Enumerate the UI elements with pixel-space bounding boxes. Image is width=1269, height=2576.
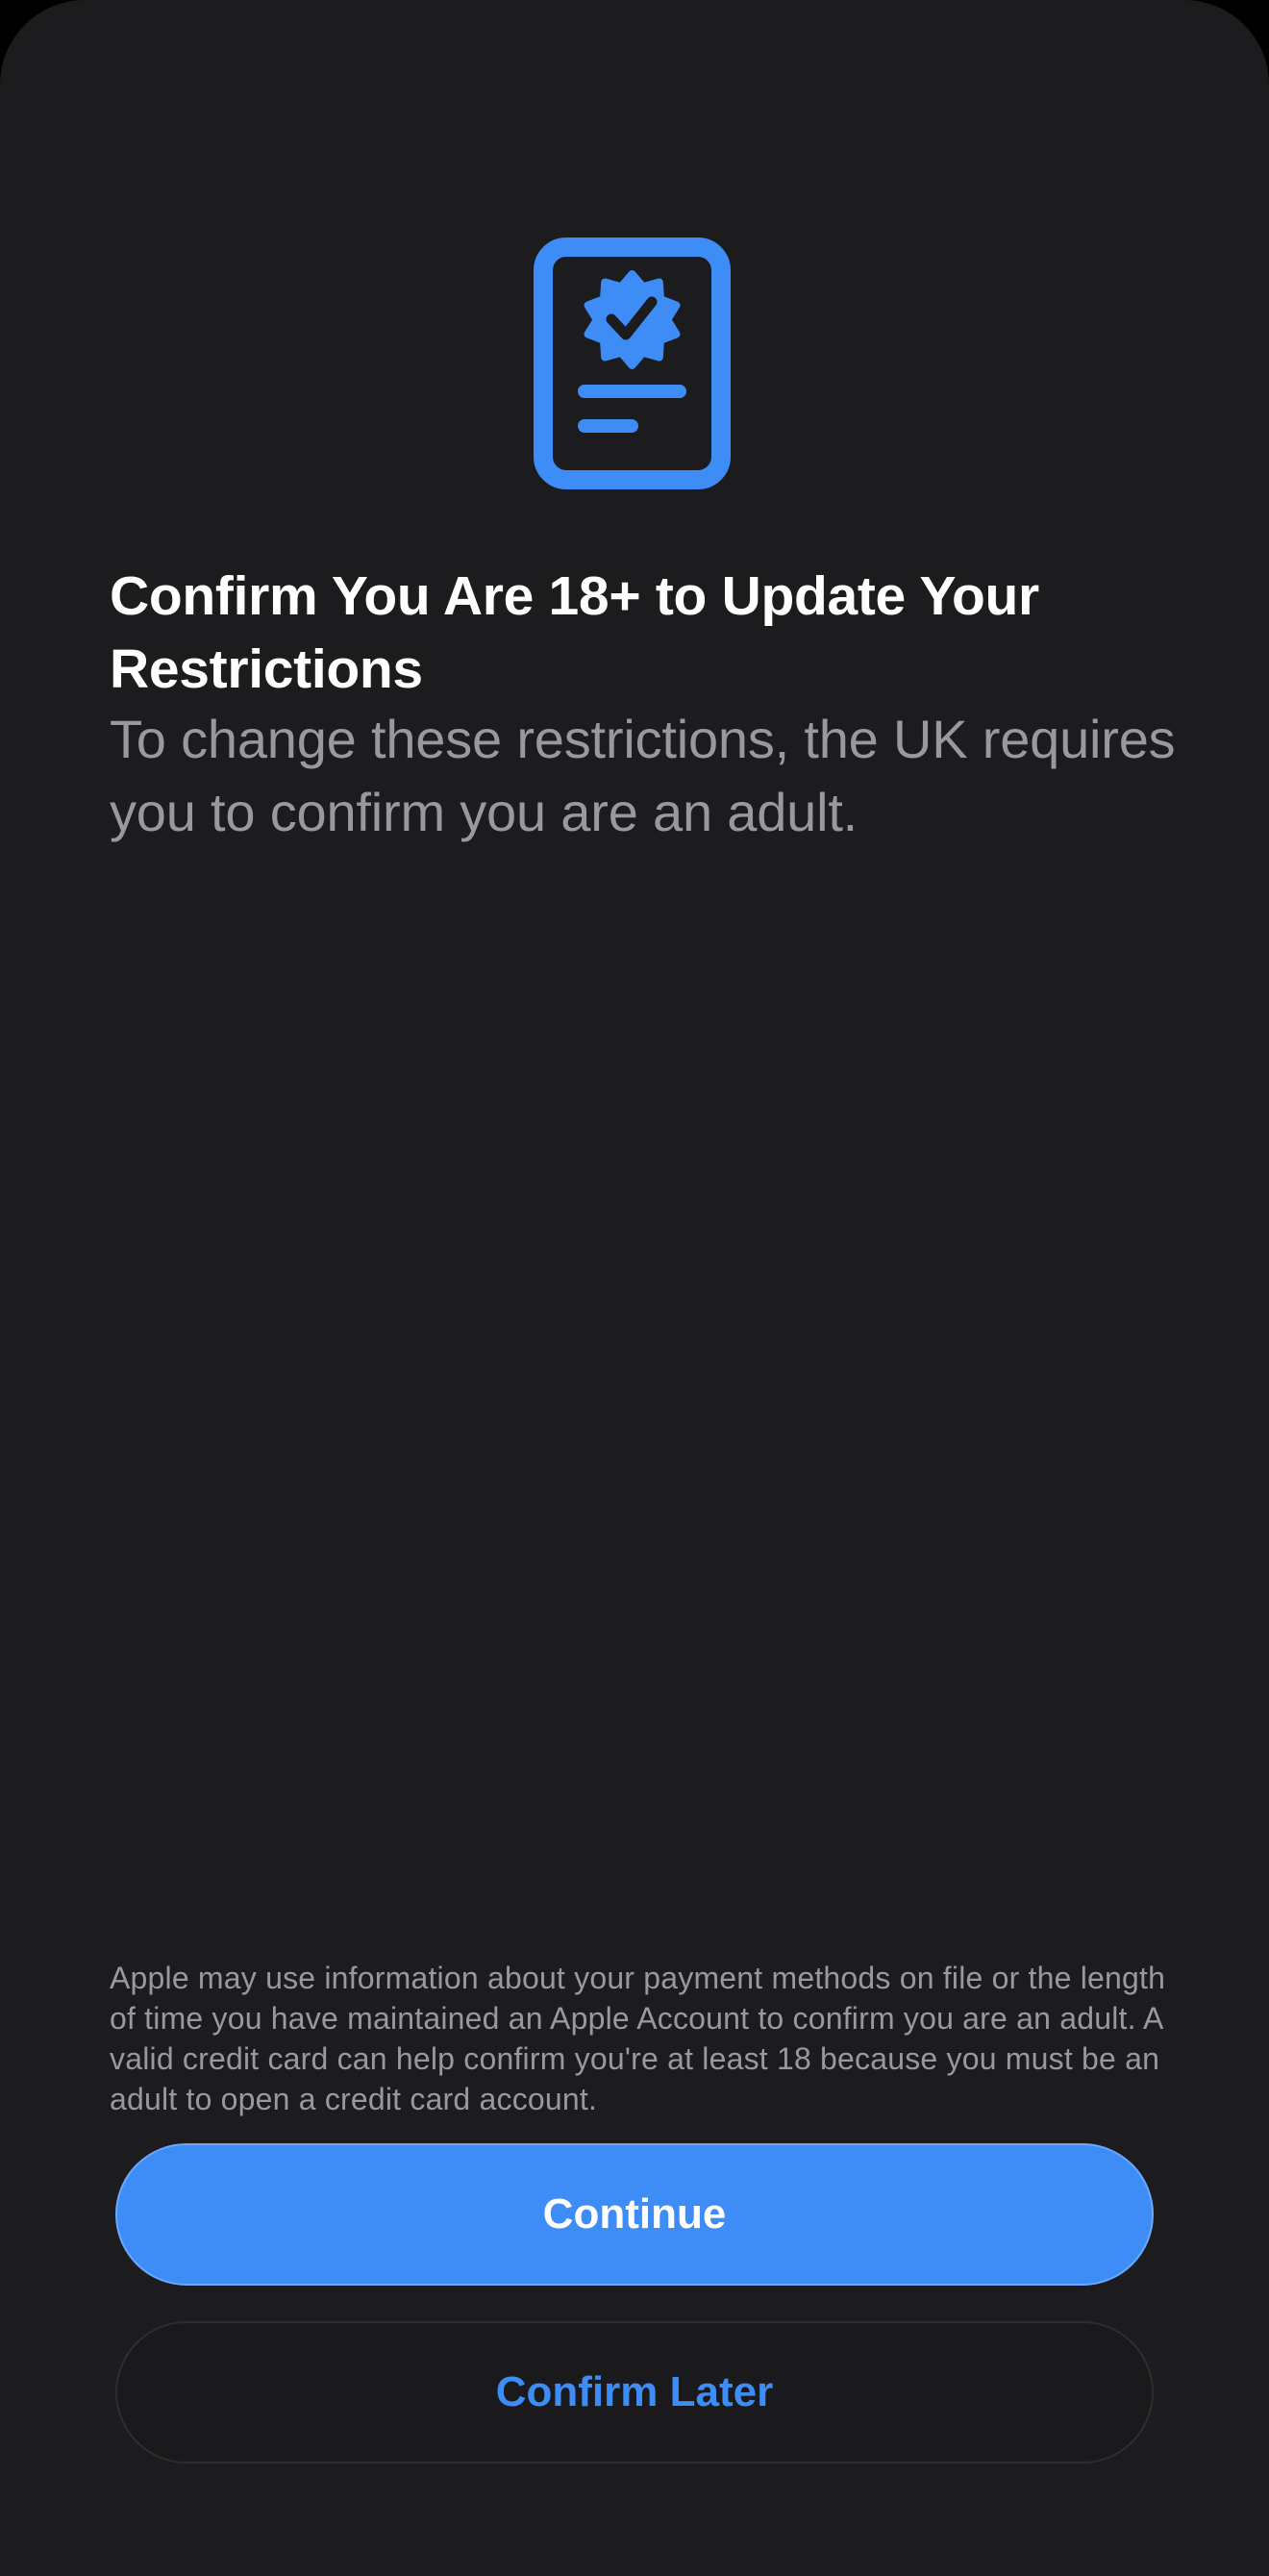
payment-disclaimer: Apple may use information about your pay… [110, 1961, 1166, 2116]
page-title: Confirm You Are 18+ to Update Your Restr… [110, 565, 1039, 700]
age-verification-sheet: Confirm You Are 18+ to Update Your Restr… [0, 0, 1269, 2576]
page-subtitle: To change these restrictions, the UK req… [110, 709, 1176, 842]
continue-button[interactable]: Continue [115, 2143, 1154, 2286]
verified-document-icon [534, 238, 731, 489]
confirm-later-button[interactable]: Confirm Later [115, 2321, 1154, 2463]
